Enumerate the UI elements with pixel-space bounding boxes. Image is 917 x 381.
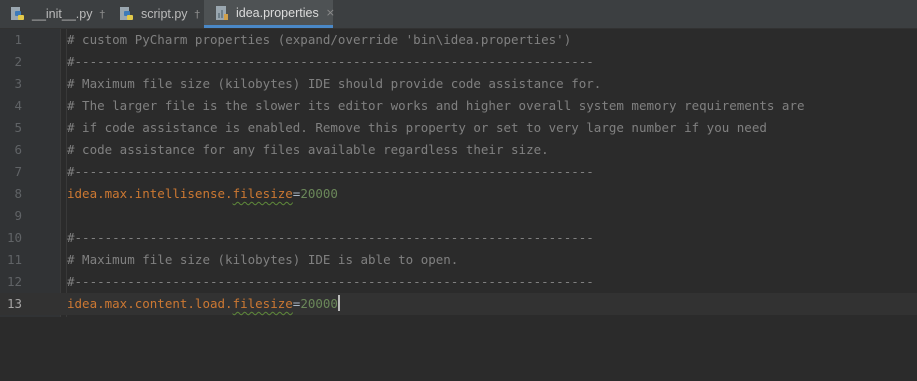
code-line[interactable]: 11 # Maximum file size (kilobytes) IDE i… [0, 249, 917, 271]
code-line[interactable]: 1 # custom PyCharm properties (expand/ov… [0, 29, 917, 51]
property-entry: idea.max.content.load.filesize=20000 [67, 293, 340, 315]
python-file-icon [120, 7, 133, 20]
code-line[interactable]: 3 # Maximum file size (kilobytes) IDE sh… [0, 73, 917, 95]
line-number: 3 [14, 76, 22, 91]
line-number: 5 [14, 120, 22, 135]
property-key: idea.max.intellisense. [67, 186, 233, 201]
property-entry: idea.max.intellisense.filesize=20000 [67, 183, 338, 205]
pin-icon[interactable]: † [99, 8, 105, 21]
tab-idea-properties[interactable]: idea.properties × [204, 0, 335, 28]
code-line[interactable]: 2 #-------------------------------------… [0, 51, 917, 73]
comment-text: # code assistance for any files availabl… [67, 142, 549, 157]
text-caret [337, 295, 340, 311]
properties-file-icon [216, 5, 228, 20]
current-code-line[interactable]: 13 idea.max.content.load.filesize=20000 [0, 293, 917, 315]
pin-icon[interactable]: † [195, 8, 201, 21]
line-number: 1 [14, 32, 22, 47]
code-line[interactable]: 6 # code assistance for any files availa… [0, 139, 917, 161]
line-number: 7 [14, 164, 22, 179]
line-number: 2 [14, 54, 22, 69]
comment-text: #---------------------------------------… [67, 274, 594, 289]
comment-text: # Maximum file size (kilobytes) IDE is a… [67, 252, 459, 267]
line-number: 4 [14, 98, 22, 113]
tab-label: script.py [141, 7, 188, 21]
line-number: 12 [6, 274, 22, 289]
code-line[interactable]: 7 #-------------------------------------… [0, 161, 917, 183]
line-number: 11 [6, 252, 22, 267]
editor-tab-bar: __init__.py † script.py † idea.propertie… [0, 0, 917, 29]
property-value: 20000 [300, 296, 338, 311]
comment-text: #---------------------------------------… [67, 230, 594, 245]
comment-text: #---------------------------------------… [67, 54, 594, 69]
line-number: 10 [6, 230, 22, 245]
code-line[interactable]: 9 [0, 205, 917, 227]
comment-text: # custom PyCharm properties (expand/over… [67, 32, 572, 47]
line-number: 6 [14, 142, 22, 157]
tab-label: idea.properties [236, 5, 319, 20]
property-key-typo-word: filesize [232, 296, 293, 311]
code-line[interactable]: 4 # The larger file is the slower its ed… [0, 95, 917, 117]
code-line[interactable]: 8 idea.max.intellisense.filesize=20000 [0, 183, 917, 205]
comment-text: # The larger file is the slower its edit… [67, 98, 805, 113]
code-line[interactable]: 5 # if code assistance is enabled. Remov… [0, 117, 917, 139]
code-line[interactable]: 10 #------------------------------------… [0, 227, 917, 249]
close-icon[interactable]: × [326, 6, 335, 19]
line-number: 8 [14, 186, 22, 201]
line-number: 13 [6, 296, 22, 311]
property-key: idea.max.content.load. [67, 296, 233, 311]
property-value: 20000 [300, 186, 338, 201]
line-number: 9 [14, 208, 22, 223]
python-file-icon [11, 7, 24, 20]
code-line[interactable]: 12 #------------------------------------… [0, 271, 917, 293]
property-key-typo-word: filesize [232, 186, 293, 201]
comment-text: # Maximum file size (kilobytes) IDE shou… [67, 76, 602, 91]
comment-text: #---------------------------------------… [67, 164, 594, 179]
tab-script-py[interactable]: script.py † [109, 0, 204, 28]
tab-init-py[interactable]: __init__.py † [0, 0, 109, 28]
comment-text: # if code assistance is enabled. Remove … [67, 120, 767, 135]
code-editor[interactable]: 1 # custom PyCharm properties (expand/ov… [0, 29, 917, 317]
tab-label: __init__.py [32, 7, 93, 21]
